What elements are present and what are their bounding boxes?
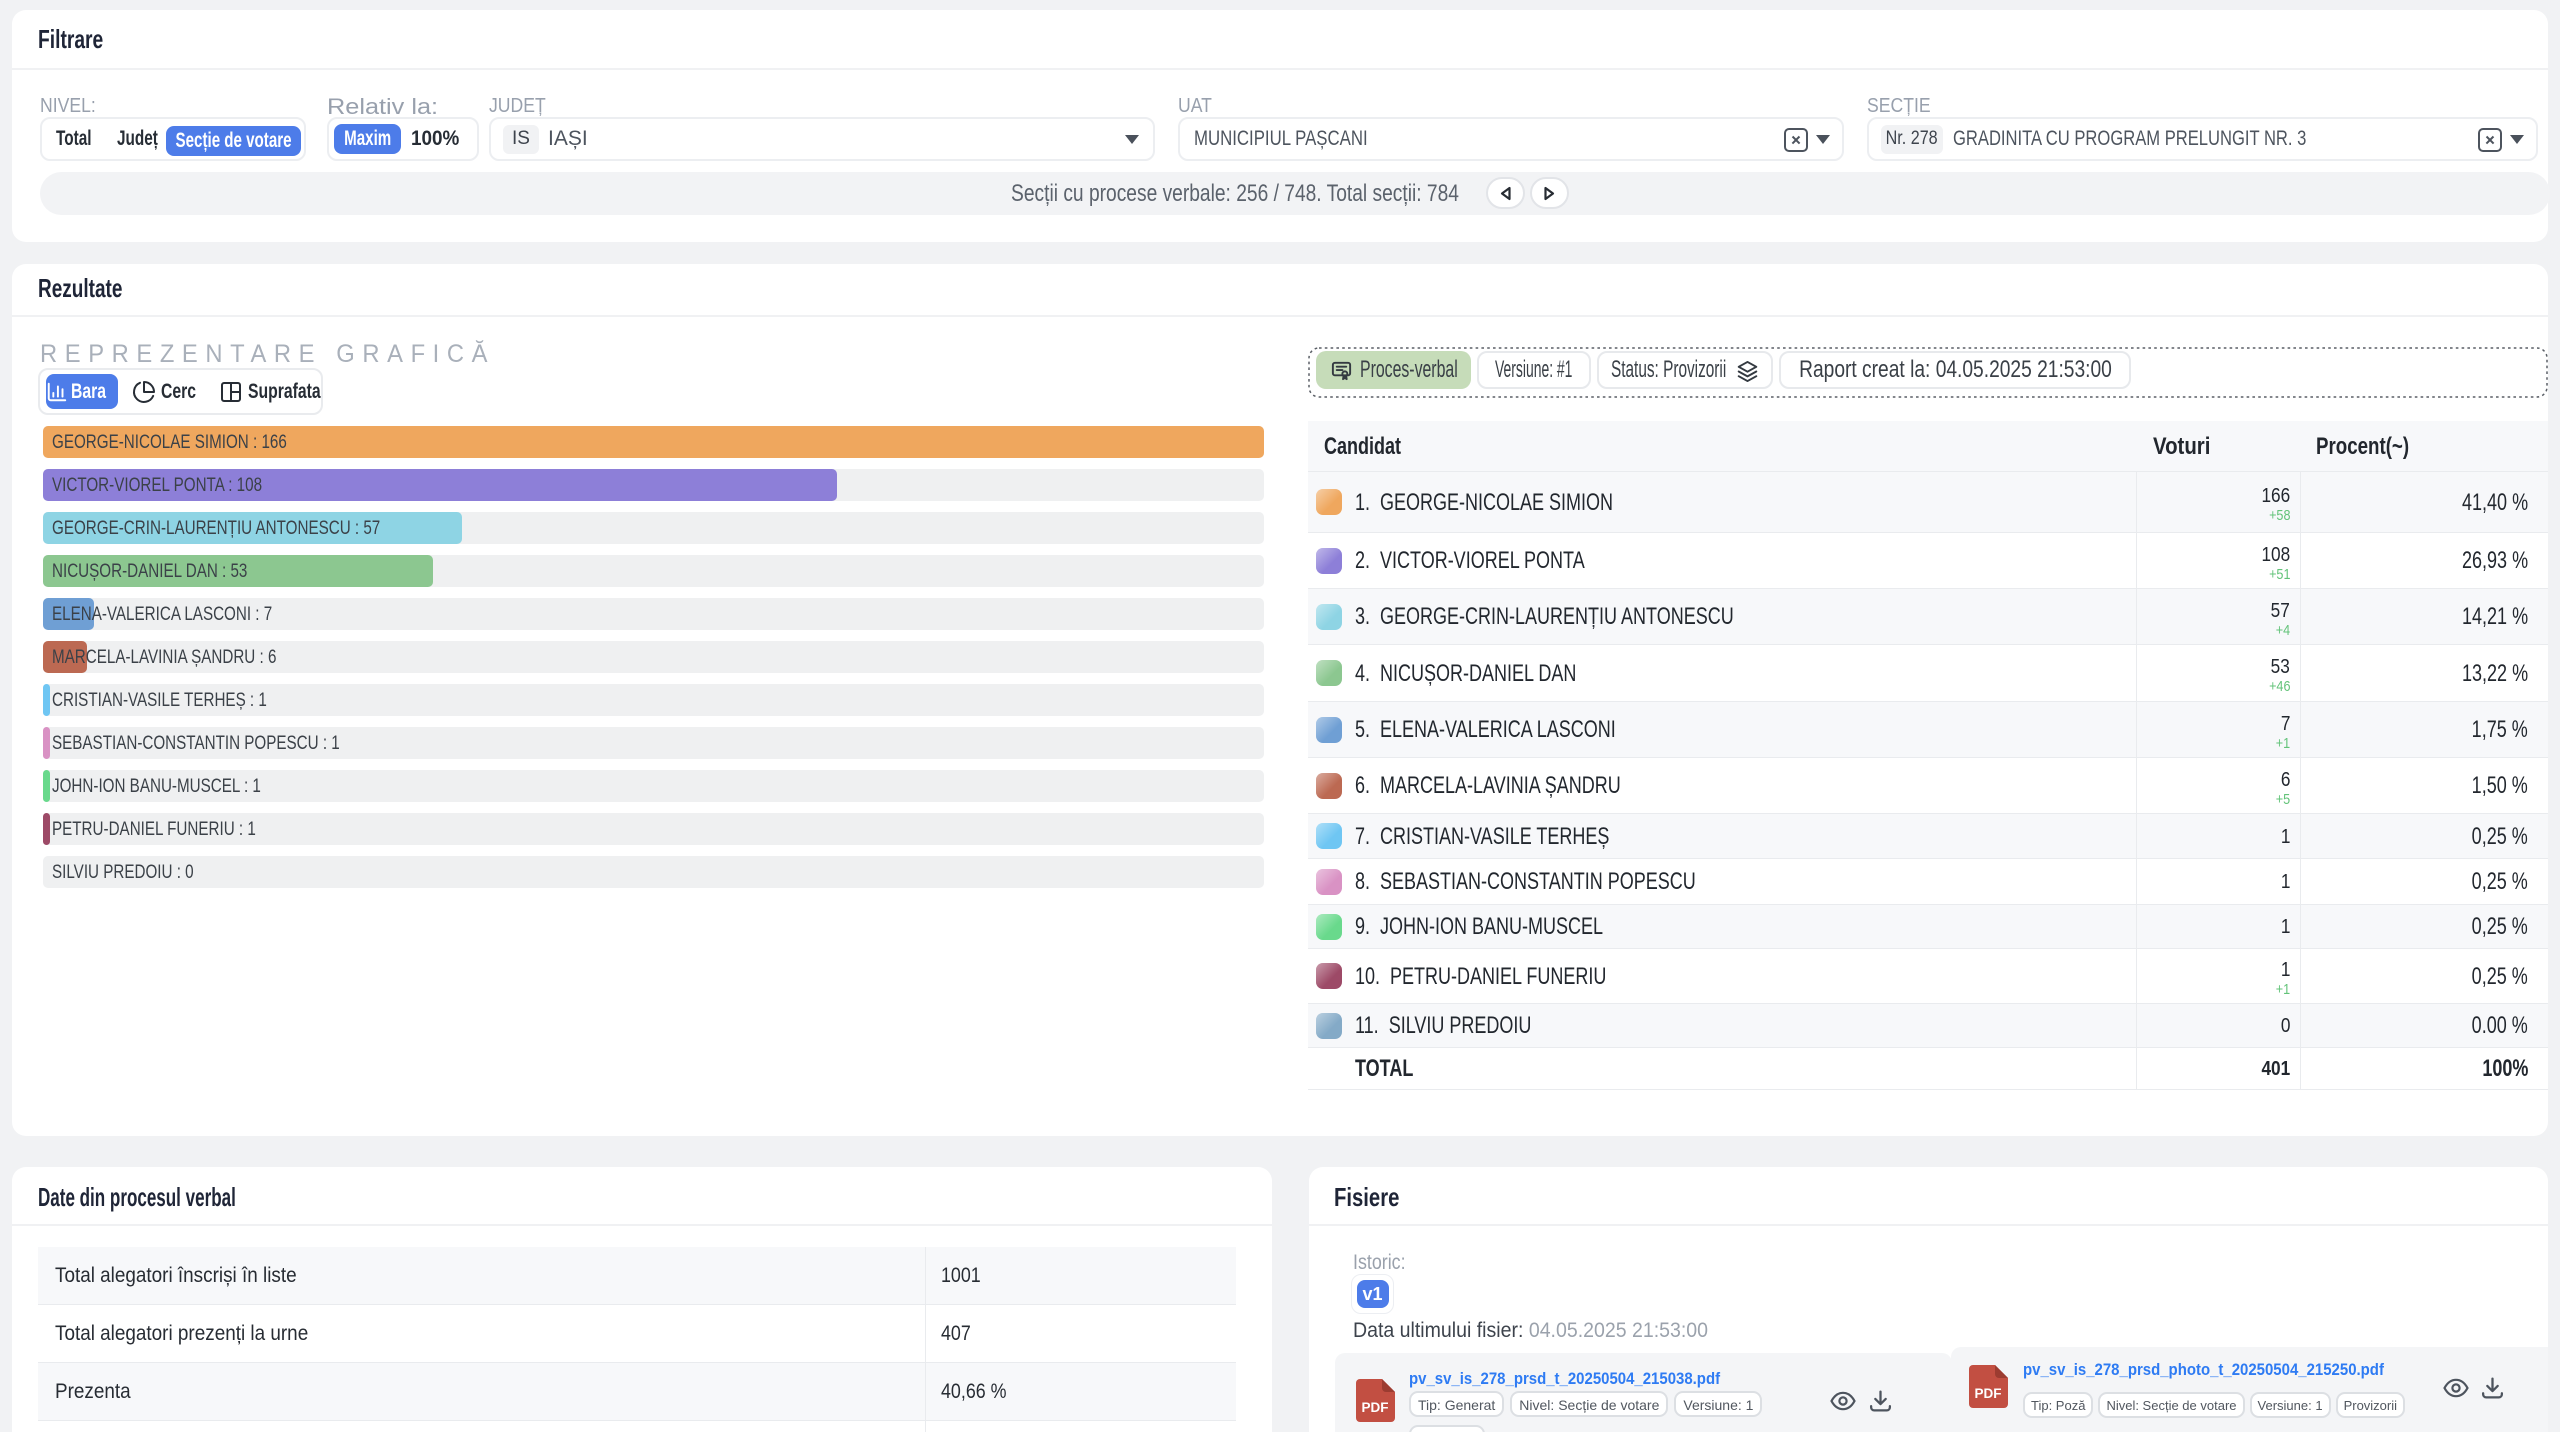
svg-text:PDF: PDF	[1362, 1400, 1389, 1415]
svg-text:PDF: PDF	[1975, 1386, 2002, 1401]
